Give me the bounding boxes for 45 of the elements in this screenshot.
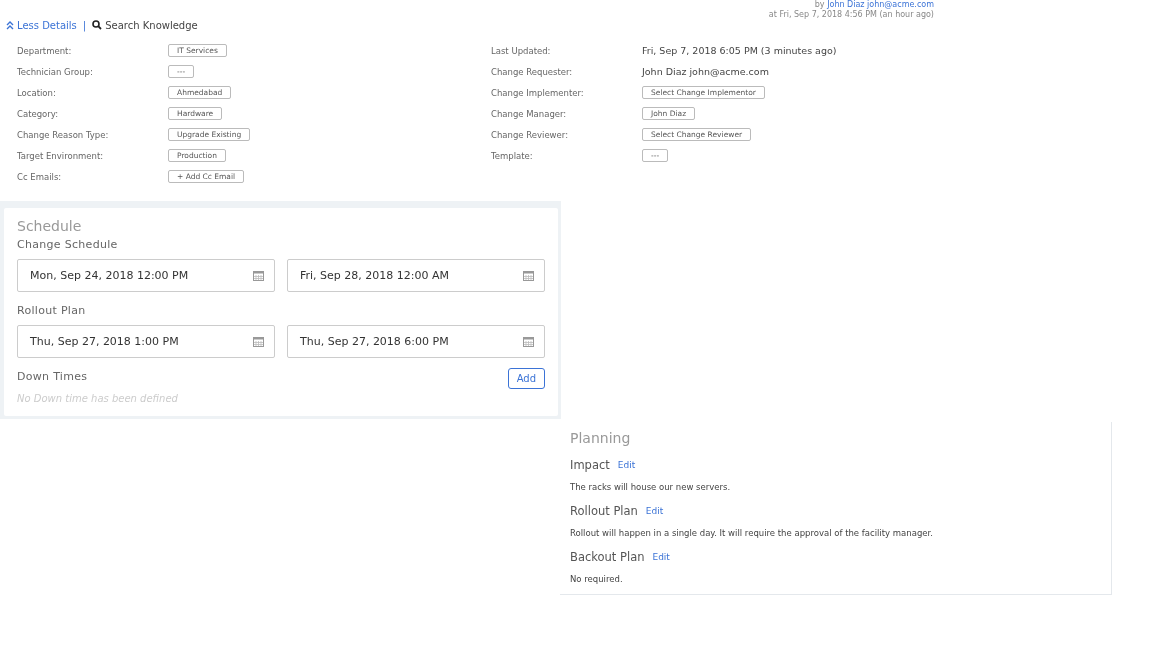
section-text: No required. xyxy=(570,574,624,584)
edit-link[interactable]: Edit xyxy=(652,552,670,562)
date-field[interactable]: Mon, Sep 24, 2018 12:00 PM xyxy=(17,259,275,292)
field-label: Location: xyxy=(17,87,57,98)
field-label: Change Reason Type: xyxy=(17,129,110,140)
calendar-icon xyxy=(253,336,264,347)
field-label: Change Implementer: xyxy=(491,87,585,98)
field-label: Last Updated: xyxy=(491,45,552,56)
field-value: John Diaz john@acme.com xyxy=(642,66,770,77)
group-label: Rollout Plan xyxy=(17,304,87,317)
section-text: Rollout will happen in a single day. It will require the approval of the facility manager. xyxy=(570,528,934,538)
created-at-text: at Fri, Sep 7, 2018 4:56 PM (an hour ago) xyxy=(768,10,934,20)
section-title: Planning xyxy=(570,430,632,446)
section-heading: Rollout Plan xyxy=(570,504,638,518)
date-field[interactable]: Thu, Sep 27, 2018 6:00 PM xyxy=(287,325,545,358)
field-label: Change Requester: xyxy=(491,66,574,77)
section-heading: Backout Plan xyxy=(570,550,645,564)
section-text: The racks will house our new servers. xyxy=(570,482,732,492)
calendar-icon xyxy=(253,270,264,281)
search-icon xyxy=(92,20,103,30)
field-label: Change Reviewer: xyxy=(491,129,569,140)
field-label: Category: xyxy=(17,108,60,119)
field-label: Template: xyxy=(491,150,534,161)
edit-link[interactable]: Edit xyxy=(645,506,664,516)
created-by-text: by John Diaz john@acme.com xyxy=(814,0,934,10)
add-button[interactable]: Add xyxy=(507,368,545,389)
field-label: Change Manager: xyxy=(491,108,568,119)
section-title: Schedule xyxy=(17,218,83,234)
date-field[interactable]: Thu, Sep 27, 2018 1:00 PM xyxy=(17,325,275,358)
group-label: Change Schedule xyxy=(17,238,119,251)
less-details-link[interactable]: Less Details xyxy=(6,19,77,31)
date-field[interactable]: Fri, Sep 28, 2018 12:00 AM xyxy=(287,259,545,292)
field-label: Department: xyxy=(17,45,73,56)
search-knowledge-link[interactable]: Search Knowledge xyxy=(92,19,198,31)
separator: | xyxy=(82,19,87,31)
section-heading: Impact xyxy=(570,458,610,472)
calendar-icon xyxy=(523,336,534,347)
field-label: Target Environment: xyxy=(17,150,105,161)
calendar-icon xyxy=(523,270,534,281)
edit-link[interactable]: Edit xyxy=(617,460,636,470)
group-label: Down Times xyxy=(17,370,89,383)
field-label: Technician Group: xyxy=(17,66,94,77)
double-chevron-up-icon xyxy=(6,20,14,30)
field-label: Cc Emails: xyxy=(17,171,63,182)
field-value: Fri, Sep 7, 2018 6:05 PM (3 minutes ago) xyxy=(642,45,838,56)
